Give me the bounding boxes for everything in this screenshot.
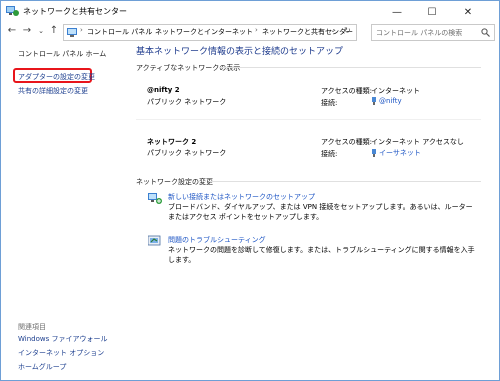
breadcrumb-network-center[interactable]: ネットワークと共有センター — [262, 27, 353, 37]
connection-link[interactable]: イーサネット — [379, 149, 421, 157]
breadcrumb-control-panel[interactable]: コントロール パネル — [87, 27, 152, 37]
divider — [219, 67, 481, 68]
maximize-button[interactable]: ☐ — [417, 1, 447, 23]
network-center-icon — [6, 6, 19, 16]
close-icon: ✕ — [463, 6, 473, 18]
change-adapter-settings-link[interactable]: アダプターの設定の変更 — [18, 72, 95, 82]
up-button[interactable]: ↑ — [48, 25, 60, 37]
network-type: パブリック ネットワーク — [147, 98, 227, 106]
connection-value[interactable]: イーサネット — [371, 148, 421, 158]
address-row: ← → ⌄ ↑ › コントロール パネル › ネットワークとインターネット › … — [1, 23, 499, 41]
network-type: パブリック ネットワーク — [147, 149, 227, 157]
new-connection-icon — [148, 193, 162, 204]
network-name: ネットワーク 2 — [147, 138, 197, 146]
connection-value[interactable]: @nifty — [371, 97, 402, 105]
access-type-value: インターネット — [371, 87, 420, 95]
ethernet-icon — [372, 149, 376, 157]
maximize-icon: ☐ — [427, 6, 437, 18]
connection-label: 接続: — [321, 99, 338, 107]
control-panel-home-link[interactable]: コントロール パネル ホーム — [18, 49, 106, 59]
network-settings-label: ネットワーク設定の変更 — [136, 178, 213, 186]
internet-options-link[interactable]: インターネット オプション — [18, 348, 104, 358]
content-area: コントロール パネル ホーム アダプターの設定の変更 共有の詳細設定の変更 関連… — [1, 41, 499, 380]
divider — [136, 119, 481, 120]
new-connection-description: ブロードバンド、ダイヤルアップ、または VPN 接続をセットアップします。あるい… — [168, 203, 473, 221]
advanced-sharing-settings-link[interactable]: 共有の詳細設定の変更 — [18, 86, 88, 96]
search-input[interactable]: コントロール パネルの検索 — [371, 24, 495, 41]
new-connection-link[interactable]: 新しい接続またはネットワークのセットアップ — [168, 192, 315, 202]
close-button[interactable]: ✕ — [453, 1, 483, 23]
back-button[interactable]: ← — [6, 25, 18, 37]
related-title: 関連項目 — [18, 323, 46, 331]
minimize-button[interactable]: — — [382, 1, 412, 23]
troubleshoot-icon — [148, 235, 161, 246]
window-title: ネットワークと共有センター — [23, 7, 127, 16]
window: ネットワークと共有センター — ☐ ✕ ← → ⌄ ↑ › コントロール パネル… — [0, 0, 500, 381]
search-placeholder: コントロール パネルの検索 — [376, 29, 463, 37]
connection-label: 接続: — [321, 150, 338, 158]
windows-firewall-link[interactable]: Windows ファイアウォール — [18, 334, 107, 344]
access-type-value: インターネット アクセスなし — [371, 138, 464, 146]
access-type-label: アクセスの種類: — [321, 138, 373, 146]
troubleshoot-link[interactable]: 問題のトラブルシューティング — [168, 235, 266, 245]
recent-dropdown-icon[interactable]: ⌄ — [35, 25, 47, 37]
access-type-label: アクセスの種類: — [321, 87, 373, 95]
refresh-icon[interactable]: ↻ — [344, 26, 351, 35]
control-panel-icon — [67, 28, 77, 37]
title-bar: ネットワークと共有センター — ☐ ✕ — [1, 1, 499, 23]
active-networks-label: アクティブなネットワークの表示 — [136, 64, 241, 72]
breadcrumb-separator-icon: › — [80, 26, 83, 34]
forward-button[interactable]: → — [21, 25, 33, 37]
minimize-icon: — — [392, 6, 402, 18]
breadcrumb-separator-icon: › — [255, 26, 258, 34]
address-bar[interactable]: › コントロール パネル › ネットワークとインターネット › ネットワークと共… — [63, 24, 357, 41]
network-name: @nifty 2 — [147, 86, 180, 94]
breadcrumb-network-internet[interactable]: ネットワークとインターネット — [155, 27, 253, 37]
troubleshoot-description: ネットワークの問題を診断して修復します。または、トラブルシューティングに関する情… — [168, 246, 475, 264]
page-title: 基本ネットワーク情報の表示と接続のセットアップ — [136, 47, 344, 57]
divider — [209, 181, 481, 182]
address-dropdown-icon[interactable]: ⌄ — [330, 26, 336, 34]
search-icon — [481, 28, 490, 37]
connection-icon — [372, 97, 376, 105]
breadcrumb-separator-icon: › — [148, 26, 151, 34]
homegroup-link[interactable]: ホームグループ — [18, 362, 66, 372]
connection-link[interactable]: @nifty — [379, 97, 402, 105]
